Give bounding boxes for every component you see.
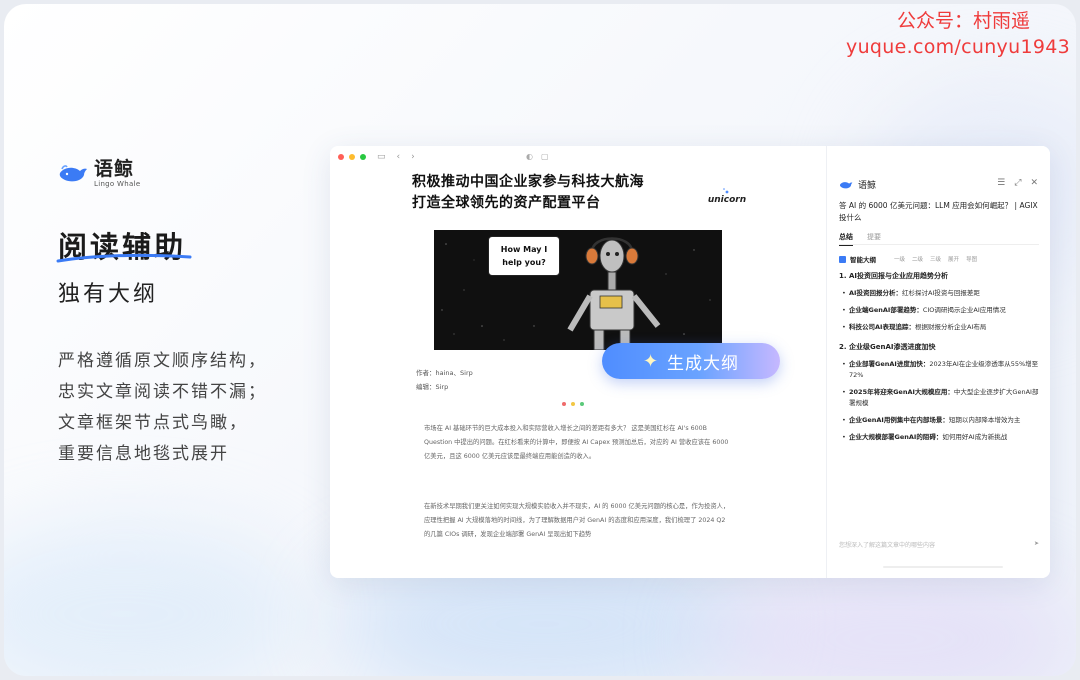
- article-meta: 作者：haina、Sirp 编辑：Sirp: [416, 366, 473, 394]
- window-controls: ▭ ‹ ›: [338, 152, 415, 162]
- outline-item[interactable]: AI投资回报分析：红杉探讨AI投资与回报差距: [842, 288, 1043, 299]
- outline-section: 2. 企业级GenAI渗透进度加快 企业部署GenAI进度加快：2023年AI在…: [839, 341, 1043, 443]
- outline-item-key: 企业大规模部署GenAI的阻碍：: [849, 433, 943, 441]
- article-editor: 编辑：Sirp: [416, 383, 449, 391]
- watermark: 公众号：村雨遥 yuque.com/cunyu1943: [846, 8, 1070, 60]
- watermark-account: 公众号：村雨遥: [896, 10, 1030, 32]
- subline: 独有大纲: [58, 282, 159, 307]
- outline-item-text: 如何用好AI成为新挑战: [942, 433, 1008, 441]
- desc-line: 文章框架节点式鸟瞰，: [58, 413, 248, 433]
- article-paragraph: 在新技术早期我们更关注如何实现大规模实验收入并不现实，AI 的 6000 亿美元…: [424, 503, 730, 538]
- panel-article-title: 答 AI 的 6000 亿美元问题：LLM 应用会如何崛起？ | AGIX 投什…: [839, 201, 1038, 222]
- image-pager[interactable]: [562, 402, 584, 406]
- outline-panel: 语鲸 ☰ ⤢ ✕ 答 AI 的 6000 亿美元问题：LLM 应用会如何崛起？ …: [826, 146, 1050, 578]
- outline-item[interactable]: 企业大规模部署GenAI的阻碍：如何用好AI成为新挑战: [842, 432, 1043, 443]
- outline-level-controls: 一级 二级 三级 展开 导图: [894, 255, 977, 263]
- level-3-button[interactable]: 三级: [930, 255, 941, 263]
- unicorn-label: unicorn: [707, 195, 747, 205]
- outline-item-key: 企业部署GenAI进度加快：: [849, 360, 930, 368]
- outline-item-key: 企业GenAI用例集中在内部场景：: [849, 416, 949, 424]
- minimize-window-button[interactable]: [349, 154, 355, 160]
- brand: 语鲸 Lingo Whale: [58, 160, 140, 188]
- panel-tools: ☰ ⤢ ✕: [997, 178, 1038, 188]
- outline-item-text: 短期以内部降本增效为主: [948, 416, 1021, 424]
- brand-subtitle: Lingo Whale: [94, 180, 141, 188]
- close-window-button[interactable]: [338, 154, 344, 160]
- divider: [883, 566, 1003, 568]
- outline-item-key: AI投资回报分析：: [849, 289, 902, 297]
- desc-line: 重要信息地毯式展开: [58, 444, 229, 464]
- speech-bubble: How May I help you?: [488, 236, 560, 276]
- panel-brand-name: 语鲸: [858, 181, 877, 191]
- generate-outline-label: 生成大纲: [667, 353, 740, 374]
- desc-line: 忠实文章阅读不错不漏；: [58, 382, 267, 402]
- robot-illustration: [567, 237, 661, 350]
- pager-dot[interactable]: [562, 402, 566, 406]
- ask-input[interactable]: 您想深入了解这篇文章中的哪些内容 ➤: [839, 540, 1039, 549]
- article-title-line: 积极推动中国企业家参与科技大航海: [412, 174, 644, 190]
- background-glow: [704, 564, 1076, 676]
- whale-logo-icon: [59, 165, 87, 182]
- browser-toolbar: ◐ ▢: [526, 152, 549, 161]
- generate-outline-button[interactable]: ✦ 生成大纲: [602, 343, 780, 379]
- watermark-url: yuque.com/cunyu1943: [846, 36, 1070, 58]
- article-paragraph: 市场在 AI 基础环节的巨大成本投入和实际营收入增长之间的差距有多大？ 这是美国…: [424, 425, 729, 460]
- bubble-line: help you?: [502, 258, 546, 267]
- outline-list: 1. AI投资回报与企业应用趋势分析 AI投资回报分析：红杉探讨AI投资与回报差…: [839, 270, 1043, 451]
- desc-line: 严格遵循原文顺序结构，: [58, 351, 267, 371]
- feature-description: 严格遵循原文顺序结构， 忠实文章阅读不错不漏； 文章框架节点式鸟瞰， 重要信息地…: [58, 346, 267, 470]
- brand-name: 语鲸: [94, 158, 135, 180]
- outline-item-text: 根据财报分析企业AI布局: [914, 323, 987, 331]
- menu-icon[interactable]: ☰: [997, 178, 1005, 188]
- forward-icon[interactable]: ›: [411, 152, 415, 162]
- article-hero-image: How May I help you?: [434, 230, 722, 350]
- bubble-line: How May I: [500, 245, 548, 254]
- level-2-button[interactable]: 二级: [912, 255, 923, 263]
- panel-header: 语鲸: [839, 178, 876, 191]
- outline-item-key: 2025年将迎来GenAI大规模应用：: [849, 388, 954, 396]
- outline-item-key: 企业端GenAI部署趋势：: [849, 306, 923, 314]
- pager-dot[interactable]: [571, 402, 575, 406]
- expand-all-button[interactable]: 展开: [948, 255, 959, 263]
- shield-icon[interactable]: ◐: [526, 152, 533, 161]
- article-title-line: 打造全球领先的资产配置平台: [412, 195, 601, 211]
- outline-item[interactable]: 企业部署GenAI进度加快：2023年AI在企业级渗透率从55%增至72%: [842, 359, 1043, 381]
- divider: [839, 244, 1039, 245]
- outline-item[interactable]: 科技公司AI表现追踪：根据财报分析企业AI布局: [842, 322, 1043, 333]
- level-1-button[interactable]: 一级: [894, 255, 905, 263]
- send-icon[interactable]: ➤: [1034, 540, 1039, 549]
- outline-item-key: 科技公司AI表现追踪：: [849, 323, 915, 331]
- background-glow: [4, 524, 304, 676]
- expand-icon[interactable]: ⤢: [1014, 178, 1021, 188]
- outline-section-title[interactable]: 1. AI投资回报与企业应用趋势分析: [839, 270, 1043, 282]
- outline-item[interactable]: 企业端GenAI部署趋势：CIO调研揭示企业AI应用情况: [842, 305, 1043, 316]
- outline-item-text: 红杉探讨AI投资与回报差距: [901, 289, 980, 297]
- back-icon[interactable]: ‹: [397, 152, 401, 162]
- maximize-window-button[interactable]: [360, 154, 366, 160]
- ask-placeholder: 您想深入了解这篇文章中的哪些内容: [839, 542, 936, 549]
- outline-item-text: CIO调研揭示企业AI应用情况: [922, 306, 1006, 314]
- whale-logo-icon: [839, 181, 853, 188]
- sparkle-icon: ✦: [642, 350, 660, 372]
- article-author: 作者：haina、Sirp: [416, 369, 473, 377]
- sidebar-toggle-icon[interactable]: ▭: [377, 152, 386, 162]
- mindmap-button[interactable]: 导图: [966, 255, 977, 263]
- outline-section: 1. AI投资回报与企业应用趋势分析 AI投资回报分析：红杉探讨AI投资与回报差…: [839, 270, 1043, 333]
- outline-section-title[interactable]: 2. 企业级GenAI渗透进度加快: [839, 341, 1043, 353]
- outline-header: 智能大纲 一级 二级 三级 展开 导图: [839, 254, 977, 264]
- address-bar[interactable]: ▢: [541, 152, 549, 161]
- outline-item[interactable]: 2025年将迎来GenAI大规模应用：中大型企业逐步扩大GenAI部署规模: [842, 387, 1043, 409]
- outline-item[interactable]: 企业GenAI用例集中在内部场景：短期以内部降本增效为主: [842, 415, 1043, 426]
- outline-label: 智能大纲: [850, 256, 876, 264]
- unicorn-logo: unicorn: [702, 184, 752, 212]
- outline-icon: [839, 255, 846, 263]
- headline-underline: [56, 253, 192, 263]
- pager-dot[interactable]: [580, 402, 584, 406]
- close-icon[interactable]: ✕: [1030, 178, 1038, 188]
- article-title: 积极推动中国企业家参与科技大航海 打造全球领先的资产配置平台: [412, 172, 644, 214]
- unicorn-horn-icon: [723, 188, 729, 194]
